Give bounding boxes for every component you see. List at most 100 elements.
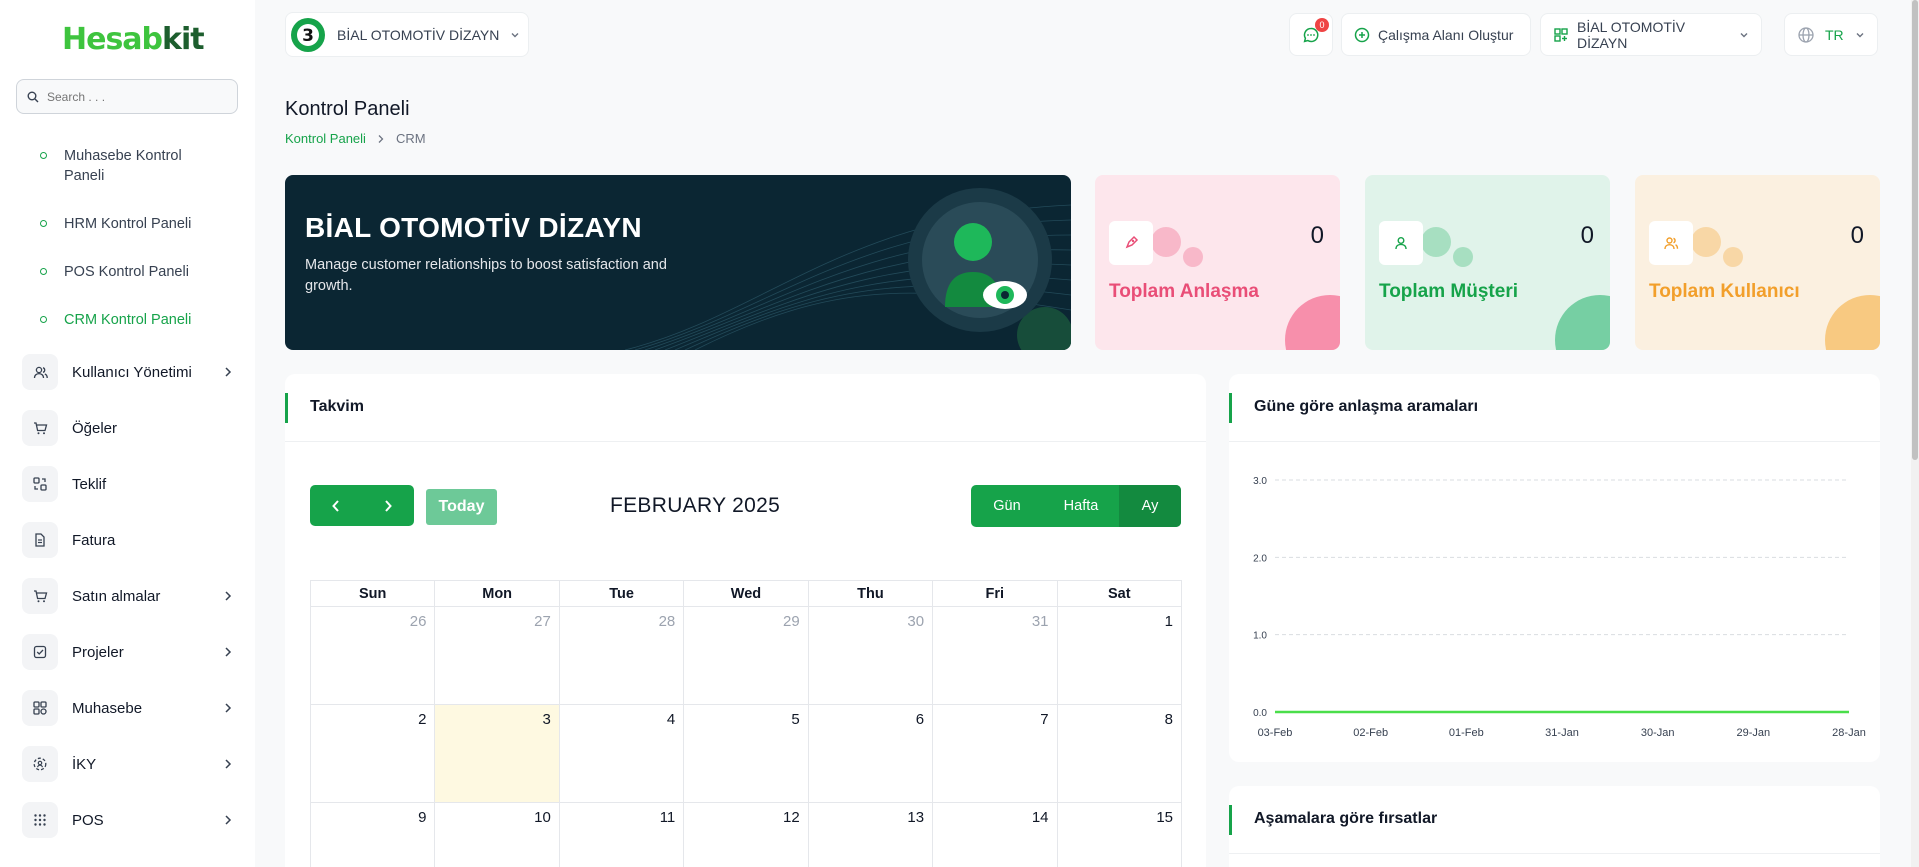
company-name: BİAL OTOMOTİV DİZAYN — [1577, 18, 1686, 51]
stat-value: 0 — [1580, 222, 1594, 249]
chevron-right-icon — [224, 702, 232, 714]
sidebar-subitem[interactable]: HRM Kontrol Paneli — [40, 214, 220, 234]
decorative-bubble — [1421, 227, 1451, 257]
calendar-day[interactable]: 31 — [932, 606, 1058, 705]
calendar-day[interactable]: 27 — [434, 606, 560, 705]
opportunities-by-stage-card: Aşamalara göre fırsatlar — [1229, 786, 1880, 867]
breadcrumb: Kontrol Paneli CRM — [285, 131, 426, 146]
sidebar-item[interactable]: Teklif — [22, 465, 232, 503]
stat-label: Toplam Müşteri — [1379, 281, 1518, 302]
workspace-switcher[interactable]: 3 BİAL OTOMOTİV DİZAYN — [285, 12, 529, 57]
calendar-day[interactable]: 11 — [558, 802, 685, 867]
chevron-right-icon — [224, 646, 232, 658]
stat-card-deals: 0 Toplam Anlaşma — [1095, 175, 1340, 350]
x-tick-label: 29-Jan — [1737, 727, 1771, 739]
calendar-day[interactable]: 26 — [309, 606, 436, 705]
deals-card-title: Güne göre anlaşma aramaları — [1254, 398, 1479, 415]
calendar-day[interactable]: 1 — [1056, 606, 1183, 705]
calendar-view-switcher: Gün Hafta Ay — [971, 485, 1181, 527]
sidebar-subitem-label: HRM Kontrol Paneli — [64, 216, 192, 232]
calendar-day[interactable]: 7 — [932, 704, 1058, 803]
chevron-down-icon — [510, 30, 520, 40]
sidebar-item[interactable]: Öğeler — [22, 409, 232, 447]
calendar-day-today[interactable]: 3 — [434, 704, 560, 803]
x-tick-label: 31-Jan — [1545, 727, 1579, 739]
calendar-day[interactable]: 14 — [932, 802, 1058, 867]
page-scrollbar[interactable] — [1911, 0, 1919, 867]
stat-card-users: 0 Toplam Kullanıcı — [1635, 175, 1880, 350]
chevron-down-icon — [1855, 30, 1865, 40]
stat-label: Toplam Anlaşma — [1109, 281, 1259, 302]
calendar-day[interactable]: 9 — [309, 802, 436, 867]
welcome-banner: BİAL OTOMOTİV DİZAYN Manage customer rel… — [285, 175, 1071, 350]
weekday-header: Mon — [434, 580, 560, 607]
calendar-day[interactable]: 8 — [1056, 704, 1183, 803]
next-month-button[interactable] — [362, 485, 414, 526]
breadcrumb-current: CRM — [395, 131, 426, 146]
company-switcher[interactable]: BİAL OTOMOTİV DİZAYN — [1540, 13, 1762, 56]
notifications-button[interactable]: 0 — [1289, 13, 1333, 56]
sidebar-item[interactable]: Satın almalar — [22, 577, 232, 615]
calendar-day[interactable]: 29 — [683, 606, 809, 705]
workspace-logo-icon: 3 — [291, 17, 325, 52]
sidebar-item[interactable]: Muhasebe — [22, 689, 232, 727]
calendar-day[interactable]: 2 — [309, 704, 436, 803]
calendar-day[interactable]: 4 — [558, 704, 685, 803]
view-month-button[interactable]: Ay — [1119, 485, 1181, 527]
brand-logo-part2: kit — [162, 22, 205, 57]
calendar-card-title: Takvim — [310, 398, 364, 415]
sidebar-item-label: POS — [72, 811, 104, 829]
prev-month-button[interactable] — [310, 485, 362, 526]
sidebar-subitem[interactable]: Muhasebe Kontrol Paneli — [40, 146, 220, 186]
deals-by-day-card: Güne göre anlaşma aramaları 0.0 1.0 2.0 3.0… — [1229, 374, 1880, 762]
exchange-icon — [22, 466, 58, 502]
apps-icon — [1553, 27, 1569, 43]
user-eye-icon — [905, 185, 1055, 335]
calendar-day[interactable]: 30 — [807, 606, 934, 705]
x-tick-label: 28-Jan — [1832, 727, 1866, 739]
language-switcher[interactable]: TR — [1784, 13, 1878, 56]
calendar-day[interactable]: 12 — [683, 802, 809, 867]
deals-by-day-chart: 0.0 1.0 2.0 3.0 03-Feb 02-Feb 01-Feb 31-Jan 30-J… — [1253, 476, 1866, 739]
sidebar-item[interactable]: POS — [22, 801, 232, 839]
sidebar-item[interactable]: Kullanıcı Yönetimi — [22, 353, 232, 391]
calendar-day[interactable]: 13 — [807, 802, 934, 867]
calendar-nav — [310, 485, 414, 526]
plus-circle-icon — [1354, 27, 1370, 43]
view-week-button[interactable]: Hafta — [1043, 485, 1119, 527]
stages-card-title: Aşamalara göre fırsatlar — [1254, 810, 1438, 827]
stat-value: 0 — [1310, 222, 1324, 249]
sidebar-item[interactable]: Projeler — [22, 633, 232, 671]
decorative-corner — [1555, 295, 1610, 350]
calendar-week-row: 9 10 11 12 13 14 15 — [309, 802, 1183, 867]
sidebar-item-label: İKY — [72, 755, 97, 773]
sidebar-item-label: Öğeler — [72, 419, 118, 437]
sidebar-item[interactable]: Fatura — [22, 521, 232, 559]
calendar-day[interactable]: 10 — [434, 802, 560, 867]
breadcrumb-link[interactable]: Kontrol Paneli — [285, 131, 366, 146]
x-tick-label: 02-Feb — [1353, 727, 1388, 739]
chevron-right-icon — [224, 814, 232, 826]
view-day-button[interactable]: Gün — [971, 485, 1043, 527]
today-button[interactable]: Today — [426, 489, 497, 525]
bullet-icon — [40, 220, 47, 227]
create-workspace-button[interactable]: Çalışma Alanı Oluştur — [1341, 13, 1531, 56]
sidebar-subitem[interactable]: CRM Kontrol Paneli — [40, 310, 220, 330]
search-input[interactable] — [47, 89, 217, 104]
stat-label: Toplam Kullanıcı — [1649, 281, 1800, 302]
calendar-day[interactable]: 6 — [807, 704, 934, 803]
sidebar-item-label: Satın almalar — [72, 587, 161, 605]
scrollbar-thumb[interactable] — [1912, 0, 1918, 460]
brand-logo[interactable]: Hesabkit — [62, 22, 205, 57]
x-tick-label: 03-Feb — [1258, 727, 1293, 739]
search-icon — [27, 91, 39, 103]
calendar-day[interactable]: 28 — [558, 606, 685, 705]
sidebar-subitem[interactable]: POS Kontrol Paneli — [40, 262, 220, 282]
sidebar-item[interactable]: İKY — [22, 745, 232, 783]
card-accent-bar — [1229, 393, 1232, 423]
language-code: TR — [1825, 26, 1844, 43]
search-box[interactable] — [16, 79, 238, 114]
calendar-day[interactable]: 15 — [1056, 802, 1183, 867]
chevron-right-icon — [383, 499, 393, 513]
calendar-day[interactable]: 5 — [683, 704, 809, 803]
